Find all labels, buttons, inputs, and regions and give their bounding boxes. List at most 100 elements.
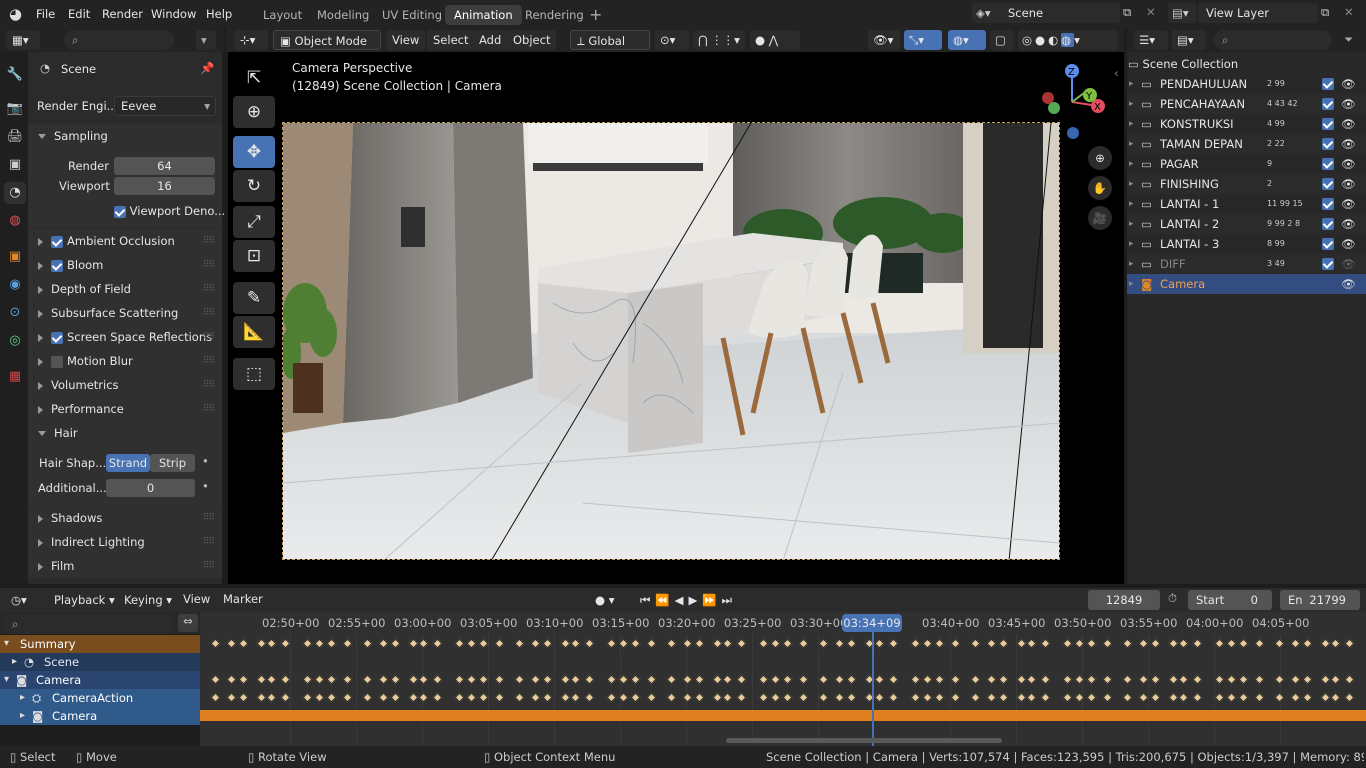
sidebar-toggle-icon[interactable]: ‹ (1114, 66, 1119, 80)
transform-tool-icon[interactable]: ⊡ (233, 240, 275, 272)
start-frame-field[interactable]: Start 0 (1188, 590, 1272, 610)
eye-icon[interactable]: 👁 (1341, 74, 1356, 94)
orientation-dropdown[interactable]: ⟂ Global (570, 30, 650, 50)
drag-grip-icon[interactable]: ⠿⠿ (203, 349, 215, 373)
view-layer-field[interactable]: View Layer (1198, 3, 1318, 23)
expand-icon[interactable]: ▸ (1129, 134, 1134, 154)
expand-icon[interactable]: ▸ (20, 707, 25, 725)
channel-row[interactable]: ▾ ◙ Camera (0, 671, 200, 689)
rotate-tool-icon[interactable]: ↻ (233, 170, 275, 202)
section-checkbox[interactable] (51, 331, 63, 344)
section2-0[interactable]: Shadows ⠿⠿ (28, 506, 222, 530)
current-frame-field[interactable]: 12849 (1088, 590, 1160, 610)
stopwatch-icon[interactable]: ⏱ (1168, 591, 1177, 606)
channel-row[interactable]: ▸ ⛭ CameraAction (0, 689, 200, 707)
pivot-icon[interactable]: ⊙▾ (655, 30, 689, 50)
menu-file[interactable]: File (30, 4, 61, 24)
delete-view-layer-icon[interactable]: ✕ (1344, 5, 1354, 19)
properties-search-input[interactable]: ⌕ (64, 30, 174, 50)
playhead-label[interactable]: 03:34+09 (842, 614, 902, 632)
drag-grip-icon[interactable]: ⠿⠿ (203, 554, 215, 578)
proportional-edit-icon[interactable]: ● ⋀ (750, 30, 800, 50)
outliner-row[interactable]: ▸ ▭ LANTAI - 3 8 99 👁 (1127, 234, 1366, 254)
eye-icon[interactable]: 👁 (1341, 254, 1356, 274)
exclude-checkbox[interactable] (1322, 238, 1334, 250)
texture-tab-icon[interactable]: ▦ (4, 366, 26, 388)
channel-search-input[interactable]: ⌕ (4, 614, 174, 634)
expand-icon[interactable]: ▸ (1129, 234, 1134, 254)
navigation-gizmo[interactable]: Z X Y (1036, 62, 1116, 140)
section-checkbox[interactable] (51, 235, 63, 248)
eye-icon[interactable]: 👁 (1341, 234, 1356, 254)
scene-name-field[interactable]: Scene (1000, 3, 1120, 23)
object-tab-icon[interactable]: ▣ (4, 246, 26, 268)
strip-button[interactable]: Strip (150, 454, 195, 472)
exclude-checkbox[interactable] (1322, 258, 1334, 270)
channel-row[interactable]: ▾ Summary (0, 635, 200, 653)
scale-tool-icon[interactable]: ⤢ (233, 206, 275, 238)
zoom-icon[interactable]: ⊕ (1088, 146, 1112, 170)
expand-icon[interactable]: ▸ (20, 689, 25, 707)
outliner-row[interactable]: ▸ ▭ LANTAI - 1 11 99 15 👁 (1127, 194, 1366, 214)
shading-icons[interactable]: ◎●◐◍▾ (1018, 30, 1118, 50)
pin-icon[interactable]: 📌 (200, 61, 214, 75)
drag-grip-icon[interactable]: ⠿⠿ (203, 301, 215, 325)
overlays-icon[interactable]: ◍▾ (948, 30, 986, 50)
viewport-denoise-checkbox[interactable]: Viewport Deno... (114, 204, 225, 218)
render-engine-dropdown[interactable]: Eevee ▾ (114, 96, 216, 116)
strand-button[interactable]: Strand (106, 454, 150, 472)
drag-grip-icon[interactable]: ⠿⠿ (203, 229, 215, 253)
view-layer-browse-icon[interactable]: ▤▾ (1168, 3, 1196, 23)
section-4[interactable]: Screen Space Reflections ⠿⠿ (28, 325, 222, 349)
world-tab-icon[interactable]: ◍ (4, 210, 26, 232)
expand-icon[interactable]: ▸ (1129, 74, 1134, 94)
eye-icon[interactable]: 👁 (1341, 194, 1356, 214)
pan-hand-icon[interactable]: ✋ (1088, 176, 1112, 200)
properties-options-icon[interactable]: ▾ (196, 30, 216, 50)
constraints-tab-icon[interactable]: ⊙ (4, 302, 26, 324)
blender-logo-icon[interactable]: ◕ (9, 5, 22, 23)
section-checkbox[interactable] (51, 355, 63, 368)
exclude-checkbox[interactable] (1322, 198, 1334, 210)
timeline-marker-menu[interactable]: Marker (223, 592, 263, 606)
exclude-checkbox[interactable] (1322, 138, 1334, 150)
scene-tab-icon[interactable]: ◔ (4, 182, 26, 204)
channel-row[interactable]: ▸ ◔ Scene (0, 653, 200, 671)
drag-grip-icon[interactable]: ⠿⠿ (203, 277, 215, 301)
outliner-row[interactable]: ▸ ◙ Camera 👁 (1127, 274, 1366, 294)
menu-edit[interactable]: Edit (62, 4, 96, 24)
outliner-row[interactable]: ▸ ▭ FINISHING 2 👁 (1127, 174, 1366, 194)
menu-render[interactable]: Render (96, 4, 149, 24)
viewport-menu-select[interactable]: Select (427, 30, 475, 50)
drag-grip-icon[interactable]: ⠿⠿ (203, 253, 215, 277)
section-7[interactable]: Performance ⠿⠿ (28, 397, 222, 421)
section-2[interactable]: Depth of Field ⠿⠿ (28, 277, 222, 301)
filter-icon[interactable]: ⏷ (1344, 32, 1353, 47)
cursor-tool-icon[interactable]: ⊕ (233, 96, 275, 128)
new-scene-icon[interactable]: ⧉ (1123, 5, 1131, 20)
playhead-line[interactable] (872, 630, 874, 746)
expand-icon[interactable]: ▸ (12, 653, 17, 671)
gizmo-icon[interactable]: ⤡▾ (904, 30, 942, 50)
viewport-menu-object[interactable]: Object (507, 30, 557, 50)
eye-icon[interactable]: 👁 (1341, 94, 1356, 114)
eye-icon[interactable]: 👁 (1341, 274, 1356, 294)
annotate-tool-icon[interactable]: ✎ (233, 282, 275, 314)
viewport-menu-view[interactable]: View (386, 30, 426, 50)
eye-icon[interactable]: 👁 (1341, 214, 1356, 234)
section-1[interactable]: Bloom ⠿⠿ (28, 253, 222, 277)
physics-tab-icon[interactable]: ◉ (4, 274, 26, 296)
section2-2[interactable]: Film ⠿⠿ (28, 554, 222, 578)
tab-layout[interactable]: Layout (254, 5, 311, 25)
eye-icon[interactable]: 👁 (1341, 114, 1356, 134)
timeline-scrollbar[interactable] (726, 738, 1002, 743)
snap-icon[interactable]: ⋂ ⋮⋮▾ (693, 30, 745, 50)
expand-icon[interactable]: ▸ (1129, 194, 1134, 214)
expand-icon[interactable]: ▸ (1129, 114, 1134, 134)
add-cube-tool-icon[interactable]: ⬚ (233, 358, 275, 390)
menu-window[interactable]: Window (145, 4, 202, 24)
additional-dot-icon[interactable]: • (202, 479, 209, 493)
camera-data-tab-icon[interactable]: ◎ (4, 330, 26, 352)
editor-type-icon[interactable]: ▦▾ (6, 30, 40, 50)
camera-view-icon[interactable]: 🎥 (1088, 206, 1112, 230)
